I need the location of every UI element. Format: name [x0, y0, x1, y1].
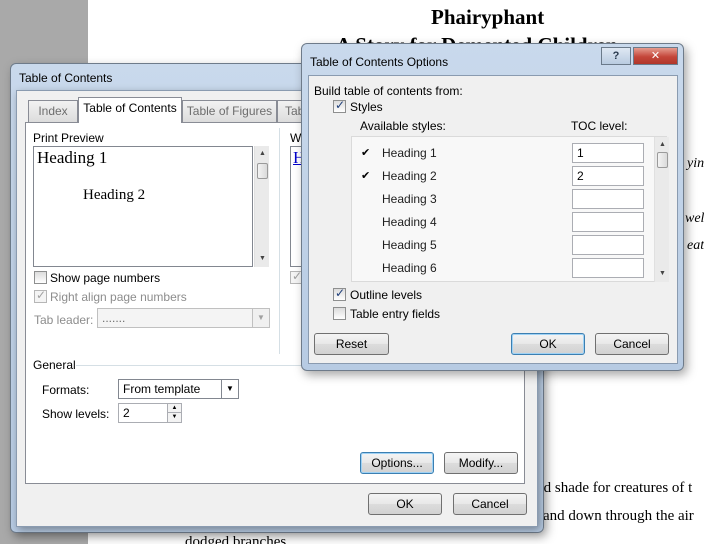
tab-leader-label: Tab leader:	[34, 313, 94, 327]
document-text-fragment: ying	[687, 156, 704, 171]
scroll-up-icon[interactable]: ▲	[255, 147, 270, 161]
right-align-label[interactable]: Right align page numbers	[50, 290, 187, 304]
show-page-numbers-label[interactable]: Show page numbers	[50, 271, 160, 285]
style-name-heading-6: Heading 6	[382, 261, 437, 275]
options-ok-button[interactable]: OK	[511, 333, 585, 355]
style-name-heading-1: Heading 1	[382, 146, 437, 160]
scroll-thumb[interactable]	[257, 163, 268, 179]
tab-table-of-figures[interactable]: Table of Figures	[182, 100, 277, 122]
scroll-down-icon[interactable]: ▼	[655, 267, 670, 281]
formats-select[interactable]: From template ▼	[118, 379, 239, 399]
preview-divider	[279, 128, 280, 354]
show-page-numbers-checkbox[interactable]	[34, 271, 47, 284]
help-button[interactable]: ?	[601, 47, 631, 65]
table-entry-fields-checkbox[interactable]	[333, 307, 346, 320]
spin-up-icon[interactable]: ▲	[167, 404, 181, 413]
close-button[interactable]: ✕	[633, 47, 678, 65]
build-from-label: Build table of contents from:	[314, 84, 463, 98]
document-text-line: and down through the air	[543, 508, 694, 524]
scroll-down-icon[interactable]: ▼	[255, 252, 270, 266]
document-text-line: dodged branches	[185, 534, 287, 544]
styles-list-scrollbar[interactable]: ▲ ▼	[654, 137, 669, 282]
chevron-down-icon[interactable]: ▼	[252, 309, 269, 327]
scroll-thumb[interactable]	[657, 152, 668, 168]
formats-value: From template	[123, 382, 201, 396]
options-dialog-title: Table of Contents Options	[310, 55, 449, 69]
table-entry-fields-label[interactable]: Table entry fields	[350, 307, 440, 321]
general-group-label: General	[33, 358, 76, 372]
tab-leader-value: .......	[102, 311, 126, 325]
chevron-down-icon[interactable]: ▼	[221, 380, 238, 398]
toc-level-input[interactable]	[572, 212, 644, 232]
print-preview-label: Print Preview	[33, 131, 104, 145]
formats-label: Formats:	[42, 383, 90, 397]
print-preview-box: Heading 1 Heading 2	[33, 146, 253, 267]
ok-button[interactable]: OK	[368, 493, 442, 515]
outline-levels-label[interactable]: Outline levels	[350, 288, 422, 302]
style-name-heading-5: Heading 5	[382, 238, 437, 252]
show-levels-value: 2	[123, 406, 130, 420]
options-cancel-button[interactable]: Cancel	[595, 333, 669, 355]
styles-checkbox[interactable]	[333, 98, 346, 113]
scroll-up-icon[interactable]: ▲	[655, 138, 670, 152]
document-text-fragment: eat	[687, 238, 704, 253]
tab-index[interactable]: Index	[28, 100, 78, 122]
toc-level-input[interactable]	[572, 235, 644, 255]
modify-button[interactable]: Modify...	[444, 452, 518, 474]
tab-leader-select[interactable]: ....... ▼	[97, 308, 270, 328]
show-levels-label: Show levels:	[42, 407, 110, 421]
style-name-heading-4: Heading 4	[382, 215, 437, 229]
toc-level-input[interactable]: 1	[572, 143, 644, 163]
spin-down-icon[interactable]: ▼	[167, 413, 181, 422]
toc-level-input[interactable]: 2	[572, 166, 644, 186]
document-text-fragment: well-	[685, 211, 704, 226]
tab-table-of-contents[interactable]: Table of Contents	[78, 97, 182, 123]
toc-level-input[interactable]	[572, 189, 644, 209]
right-align-checkbox[interactable]	[34, 288, 47, 303]
toc-level-label: TOC level:	[571, 119, 628, 133]
row-check-icon: ✔	[361, 147, 371, 159]
document-title: Phairyphant	[431, 5, 545, 29]
outline-levels-checkbox[interactable]	[333, 286, 346, 301]
document-text-line: ed shade for creatures of t	[537, 480, 693, 496]
preview-heading-2: Heading 2	[83, 187, 146, 203]
preview-heading-1: Heading 1	[37, 148, 108, 167]
options-button[interactable]: Options...	[360, 452, 434, 474]
print-preview-scrollbar[interactable]: ▲ ▼	[254, 146, 269, 267]
toc-dialog-title: Table of Contents	[19, 71, 113, 85]
styles-label[interactable]: Styles	[350, 100, 383, 114]
available-styles-label: Available styles:	[360, 119, 446, 133]
row-check-icon: ✔	[361, 170, 371, 182]
cancel-button[interactable]: Cancel	[453, 493, 527, 515]
style-name-heading-2: Heading 2	[382, 169, 437, 183]
toc-level-input[interactable]	[572, 258, 644, 278]
show-levels-stepper[interactable]: 2 ▲ ▼	[118, 403, 182, 423]
reset-button[interactable]: Reset	[314, 333, 389, 355]
style-name-heading-3: Heading 3	[382, 192, 437, 206]
